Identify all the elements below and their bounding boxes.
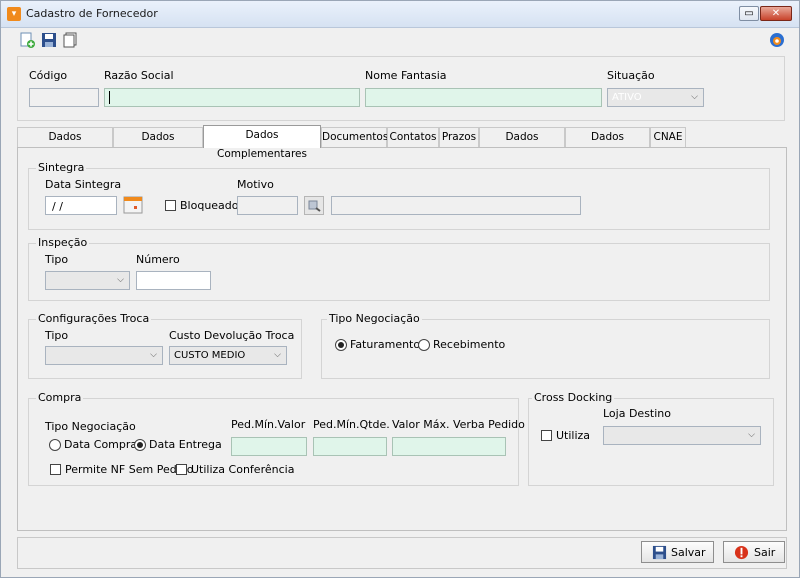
- tab-dados-adicionais[interactable]: Dados Adicionais: [479, 127, 565, 162]
- inspecao-numero-label: Número: [136, 253, 180, 266]
- data-entrega-label: Data Entrega: [149, 438, 222, 451]
- data-compra-radio[interactable]: [49, 439, 61, 451]
- calendar-icon[interactable]: [123, 196, 143, 214]
- faturamento-label: Faturamento: [350, 338, 421, 351]
- recebimento-radio[interactable]: [418, 339, 430, 351]
- sair-button[interactable]: Sair: [723, 541, 785, 563]
- ped-min-qtde-label: Ped.Mín.Qtde.: [313, 418, 390, 431]
- title-bar: ▾ Cadastro de Fornecedor ▭ ✕: [1, 1, 799, 28]
- chevron-down-icon: ⌵: [748, 430, 755, 440]
- tab-dados-contabeis[interactable]: Dados Contábeis: [565, 127, 650, 162]
- cross-docking-title: Cross Docking: [532, 391, 615, 404]
- valor-max-verba-label: Valor Máx. Verba Pedido: [392, 418, 525, 431]
- data-sintegra-value: / /: [52, 200, 63, 213]
- salvar-button[interactable]: Salvar: [641, 541, 714, 563]
- chevron-down-icon: ⌵: [117, 275, 124, 285]
- tab-dados-financeiros[interactable]: Dados Financeiros: [113, 127, 203, 162]
- razao-social-label: Razão Social: [104, 69, 174, 82]
- inspecao-tipo-select[interactable]: ⌵: [45, 271, 130, 290]
- inspecao-tipo-label: Tipo: [45, 253, 69, 266]
- utiliza-conferencia-label: Utiliza Conferência: [191, 463, 295, 476]
- custo-devolucao-select[interactable]: CUSTO MEDIO ⌵: [169, 346, 287, 365]
- situacao-select[interactable]: ATIVO ⌵: [607, 88, 704, 107]
- recebimento-label: Recebimento: [433, 338, 506, 351]
- loja-destino-label: Loja Destino: [603, 407, 671, 420]
- app-icon: ▾: [7, 7, 21, 21]
- data-compra-label: Data Compra: [64, 438, 138, 451]
- motivo-description-field[interactable]: [331, 196, 581, 215]
- close-button[interactable]: ✕: [760, 6, 792, 21]
- chevron-down-icon: ⌵: [691, 92, 698, 102]
- codigo-label: Código: [29, 69, 68, 82]
- inspecao-numero-field[interactable]: [136, 271, 211, 290]
- compra-title: Compra: [36, 391, 84, 404]
- chevron-down-icon: ⌵: [274, 350, 281, 360]
- save-disk-icon: [652, 545, 667, 560]
- nome-fantasia-label: Nome Fantasia: [365, 69, 447, 82]
- salvar-label: Salvar: [671, 546, 706, 559]
- help-icon[interactable]: [769, 32, 785, 48]
- permite-nf-label: Permite NF Sem Pedido: [65, 463, 194, 476]
- tab-documentos[interactable]: Documentos: [321, 127, 388, 147]
- text-cursor: [109, 91, 110, 104]
- config-tipo-label: Tipo: [45, 329, 69, 342]
- save-disk-icon[interactable]: [41, 32, 57, 48]
- tab-dados-complementares[interactable]: Dados Complementares: [203, 125, 321, 160]
- cross-docking-utiliza-checkbox[interactable]: [541, 430, 552, 441]
- data-entrega-radio[interactable]: [134, 439, 146, 451]
- inspecao-title: Inspeção: [36, 236, 90, 249]
- data-sintegra-field[interactable]: / /: [45, 196, 117, 215]
- window: ▾ Cadastro de Fornecedor ▭ ✕ Código Razã…: [0, 0, 800, 578]
- bloqueado-checkbox[interactable]: [165, 200, 176, 211]
- ped-min-qtde-field[interactable]: [313, 437, 387, 456]
- sintegra-title: Sintegra: [36, 161, 87, 174]
- exit-icon: [734, 545, 749, 560]
- situacao-value: ATIVO: [612, 92, 642, 103]
- custo-devolucao-value: CUSTO MEDIO: [174, 350, 246, 361]
- chevron-down-icon: ⌵: [150, 350, 157, 360]
- tab-contatos[interactable]: Contatos: [387, 127, 439, 147]
- valor-max-verba-field[interactable]: [392, 437, 506, 456]
- sair-label: Sair: [754, 546, 776, 559]
- data-sintegra-label: Data Sintegra: [45, 178, 122, 191]
- utiliza-conferencia-checkbox[interactable]: [176, 464, 187, 475]
- copy-icon[interactable]: [62, 32, 78, 48]
- nome-fantasia-field[interactable]: [365, 88, 602, 107]
- tab-dados-fornecedor[interactable]: Dados Fornecedor: [17, 127, 113, 162]
- permite-nf-checkbox[interactable]: [50, 464, 61, 475]
- tipo-negociacao-title: Tipo Negociação: [327, 312, 422, 325]
- search-icon: [308, 200, 321, 212]
- window-title: Cadastro de Fornecedor: [26, 7, 158, 20]
- new-document-icon[interactable]: [19, 32, 35, 48]
- ped-min-valor-label: Ped.Mín.Valor: [231, 418, 306, 431]
- config-troca-title: Configurações Troca: [36, 312, 152, 325]
- bloqueado-label: Bloqueado: [180, 199, 239, 212]
- tab-cnae[interactable]: CNAE: [650, 127, 686, 147]
- razao-social-field[interactable]: [104, 88, 360, 107]
- motivo-label: Motivo: [237, 178, 274, 191]
- codigo-field[interactable]: [29, 88, 99, 107]
- tab-prazos[interactable]: Prazos: [439, 127, 479, 147]
- loja-destino-select[interactable]: ⌵: [603, 426, 761, 445]
- ped-min-valor-field[interactable]: [231, 437, 307, 456]
- custo-devolucao-label: Custo Devolução Troca: [169, 329, 295, 342]
- motivo-search-button[interactable]: [304, 196, 324, 215]
- compra-tipo-negociacao-label: Tipo Negociação: [45, 420, 136, 433]
- motivo-code-field[interactable]: [237, 196, 298, 215]
- cross-docking-utiliza-label: Utiliza: [556, 429, 591, 442]
- config-tipo-select[interactable]: ⌵: [45, 346, 163, 365]
- minimize-button[interactable]: ▭: [739, 6, 759, 21]
- faturamento-radio[interactable]: [335, 339, 347, 351]
- situacao-label: Situação: [607, 69, 655, 82]
